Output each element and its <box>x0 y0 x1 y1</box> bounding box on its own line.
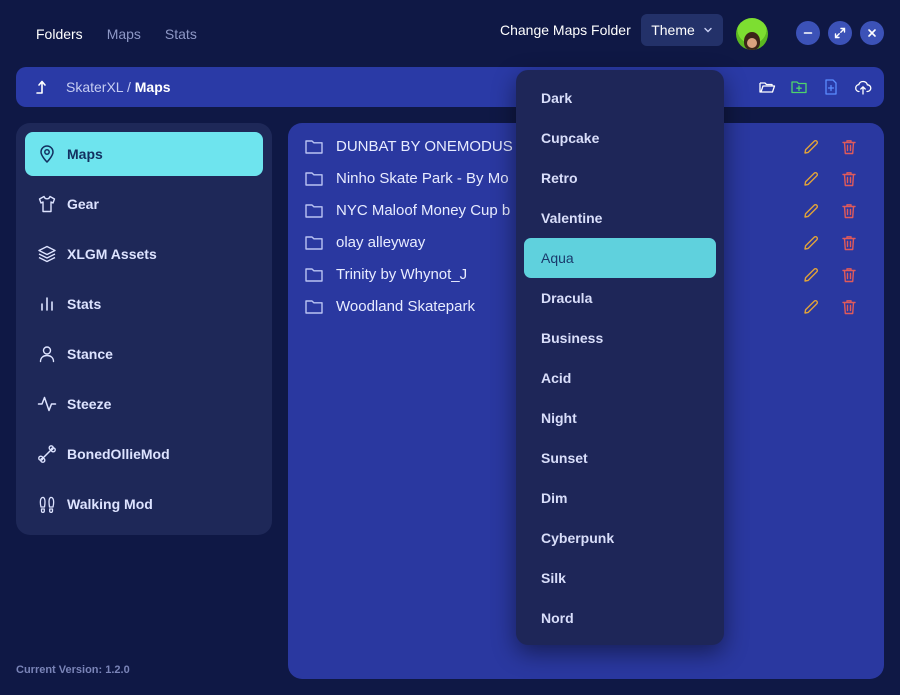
new-file-icon[interactable] <box>822 78 840 96</box>
sidebar-item-xlgm-assets[interactable]: XLGM Assets <box>25 232 263 276</box>
version-label: Current Version: 1.2.0 <box>16 664 130 676</box>
arrow-up-icon[interactable] <box>34 78 50 96</box>
pencil-icon[interactable] <box>802 234 820 252</box>
folder-name: NYC Maloof Money Cup b <box>336 202 511 219</box>
new-folder-icon[interactable] <box>790 78 808 96</box>
sidebar-item-walking-mod[interactable]: Walking Mod <box>25 482 263 526</box>
trash-icon[interactable] <box>840 138 858 156</box>
theme-option-business[interactable]: Business <box>524 318 716 358</box>
theme-option-dark[interactable]: Dark <box>524 78 716 118</box>
avatar[interactable] <box>736 18 768 50</box>
breadcrumb-actions <box>758 78 872 96</box>
folder-icon <box>304 202 324 220</box>
theme-option-retro[interactable]: Retro <box>524 158 716 198</box>
open-folder-icon[interactable] <box>758 78 776 96</box>
expand-icon <box>834 27 846 39</box>
theme-option-cupcake[interactable]: Cupcake <box>524 118 716 158</box>
close-button[interactable] <box>860 21 884 45</box>
sidebar-item-maps[interactable]: Maps <box>25 132 263 176</box>
folder-name: olay alleyway <box>336 234 426 251</box>
chevron-down-icon <box>703 25 713 35</box>
theme-option-dracula[interactable]: Dracula <box>524 278 716 318</box>
folder-name: Ninho Skate Park - By Mo <box>336 170 509 187</box>
breadcrumb-root[interactable]: SkaterXL <box>66 79 123 95</box>
pencil-icon[interactable] <box>802 170 820 188</box>
sidebar-item-label: Walking Mod <box>67 496 153 512</box>
breadcrumb-separator: / <box>126 79 131 95</box>
theme-option-aqua[interactable]: Aqua <box>524 238 716 278</box>
theme-option-acid[interactable]: Acid <box>524 358 716 398</box>
trash-icon[interactable] <box>840 234 858 252</box>
top-nav: Folders Maps Stats <box>36 26 197 42</box>
breadcrumb: SkaterXL / Maps <box>66 79 171 95</box>
maximize-button[interactable] <box>828 21 852 45</box>
theme-option-dim[interactable]: Dim <box>524 478 716 518</box>
sidebar-item-bonedolliemod[interactable]: BonedOllieMod <box>25 432 263 476</box>
footprints-icon <box>37 494 57 514</box>
upload-cloud-icon[interactable] <box>854 78 872 96</box>
breadcrumb-current: Maps <box>134 79 171 95</box>
minus-icon <box>802 27 814 39</box>
sidebar-item-stance[interactable]: Stance <box>25 332 263 376</box>
trash-icon[interactable] <box>840 202 858 220</box>
sidebar-item-label: BonedOllieMod <box>67 446 170 462</box>
sidebar-item-gear[interactable]: Gear <box>25 182 263 226</box>
sidebar-item-label: Maps <box>67 146 103 162</box>
folder-name: DUNBAT BY ONEMODUS <box>336 138 513 155</box>
sidebar-item-stats[interactable]: Stats <box>25 282 263 326</box>
pencil-icon[interactable] <box>802 202 820 220</box>
trash-icon[interactable] <box>840 298 858 316</box>
folder-icon <box>304 266 324 284</box>
nav-stats[interactable]: Stats <box>165 26 197 42</box>
folder-name: Trinity by Whynot_J <box>336 266 468 283</box>
folder-icon <box>304 138 324 156</box>
sidebar-item-label: Stats <box>67 296 102 312</box>
close-icon <box>866 27 878 39</box>
sidebar-item-label: Stance <box>67 346 113 362</box>
sidebar-item-label: Steeze <box>67 396 112 412</box>
minimize-button[interactable] <box>796 21 820 45</box>
change-maps-folder-button[interactable]: Change Maps Folder <box>500 22 631 38</box>
pencil-icon[interactable] <box>802 138 820 156</box>
theme-option-valentine[interactable]: Valentine <box>524 198 716 238</box>
sidebar-item-label: Gear <box>67 196 99 212</box>
sidebar-item-steeze[interactable]: Steeze <box>25 382 263 426</box>
nav-maps[interactable]: Maps <box>107 26 141 42</box>
layers-icon <box>37 244 57 264</box>
theme-dropdown-menu: Dark Cupcake Retro Valentine Aqua Dracul… <box>516 70 724 645</box>
sidebar: Maps Gear XLGM Assets Stats Stance Steez… <box>16 123 272 535</box>
theme-option-cyberpunk[interactable]: Cyberpunk <box>524 518 716 558</box>
folder-name: Woodland Skatepark <box>336 298 475 315</box>
map-pin-icon <box>37 144 57 164</box>
breadcrumb-bar: SkaterXL / Maps <box>16 67 884 107</box>
theme-option-sunset[interactable]: Sunset <box>524 438 716 478</box>
user-icon <box>37 344 57 364</box>
activity-icon <box>37 394 57 414</box>
theme-dropdown-button[interactable]: Theme <box>641 14 723 46</box>
folder-icon <box>304 298 324 316</box>
theme-option-silk[interactable]: Silk <box>524 558 716 598</box>
bar-chart-icon <box>37 294 57 314</box>
sidebar-item-label: XLGM Assets <box>67 246 157 262</box>
nav-folders[interactable]: Folders <box>36 26 83 42</box>
folder-icon <box>304 170 324 188</box>
shirt-icon <box>37 194 57 214</box>
theme-label: Theme <box>651 22 695 38</box>
bone-icon <box>37 444 57 464</box>
folder-icon <box>304 234 324 252</box>
pencil-icon[interactable] <box>802 266 820 284</box>
pencil-icon[interactable] <box>802 298 820 316</box>
trash-icon[interactable] <box>840 266 858 284</box>
trash-icon[interactable] <box>840 170 858 188</box>
theme-option-nord[interactable]: Nord <box>524 598 716 638</box>
theme-option-night[interactable]: Night <box>524 398 716 438</box>
